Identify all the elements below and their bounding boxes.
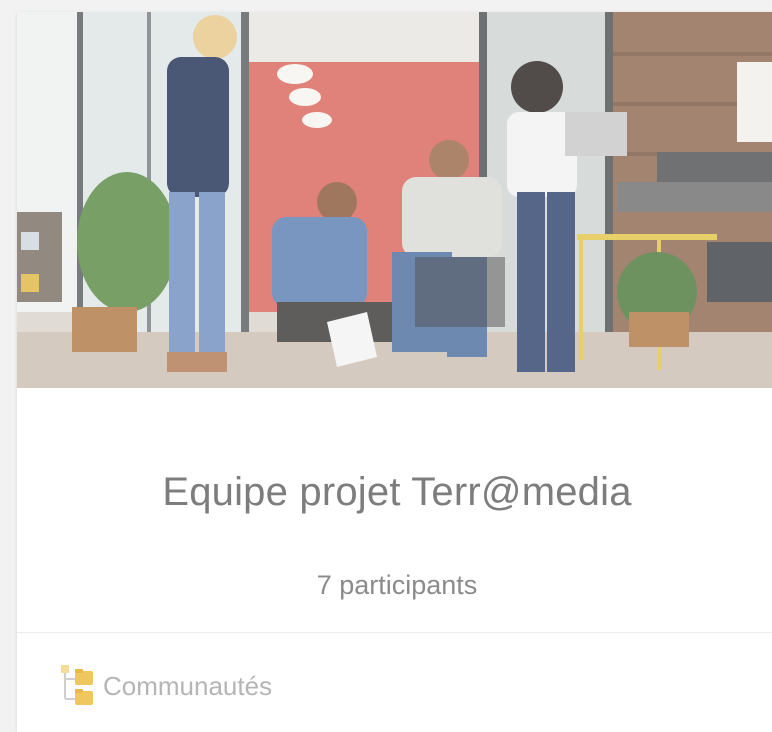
team-photo — [17, 12, 772, 388]
group-cover-image[interactable] — [17, 12, 772, 388]
communities-link[interactable]: Communautés — [61, 664, 272, 708]
group-title[interactable]: Equipe projet Terr@media — [17, 470, 772, 515]
communities-icon — [61, 665, 95, 707]
group-card[interactable]: Equipe projet Terr@media 7 participants … — [17, 12, 772, 732]
participants-count: 7 participants — [316, 570, 478, 600]
card-divider — [17, 632, 772, 633]
communities-label: Communautés — [103, 670, 273, 701]
